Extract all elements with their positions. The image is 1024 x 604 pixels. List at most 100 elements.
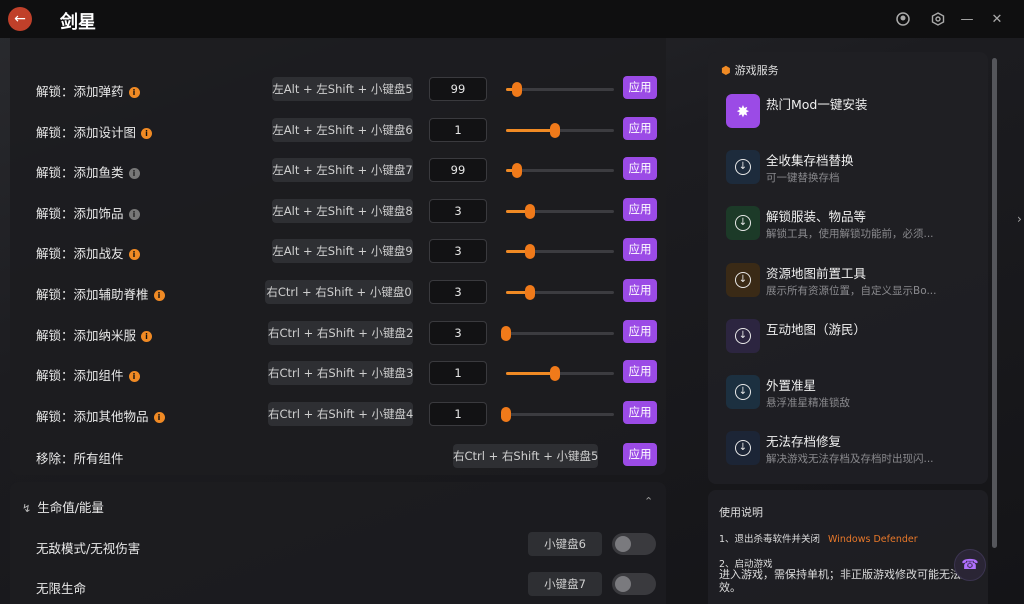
windows-defender-link[interactable]: Windows Defender bbox=[828, 534, 918, 545]
apply-button[interactable]: 应用 bbox=[623, 116, 657, 140]
health-row-label: 无敌模式/无视伤害 bbox=[36, 541, 141, 556]
service-item[interactable]: ✸ 热门Mod一键安装 bbox=[726, 94, 976, 134]
quantity-slider[interactable] bbox=[506, 244, 614, 260]
slider-knob[interactable] bbox=[511, 82, 522, 97]
hotkey-chip[interactable]: 左Alt + 左Shift + 小键盘6 bbox=[272, 117, 413, 142]
cheat-label: 解锁：添加其他物品 i bbox=[36, 406, 165, 425]
apply-button[interactable]: 应用 bbox=[623, 279, 657, 302]
remove-hotkey[interactable]: 右Ctrl + 右Shift + 小键盘5 bbox=[453, 444, 598, 468]
slider-knob[interactable] bbox=[524, 285, 535, 300]
quantity-input[interactable]: 1 bbox=[429, 361, 487, 386]
download-icon: ↓ bbox=[726, 431, 760, 465]
service-item[interactable]: ↓ 互动地图（游民） bbox=[726, 319, 976, 359]
service-item[interactable]: ↓ 解锁服装、物品等 解锁工具，使用解锁功能前，必须... bbox=[726, 206, 976, 246]
chevron-right-icon[interactable]: › bbox=[1017, 212, 1022, 226]
quantity-input[interactable]: 3 bbox=[429, 320, 487, 345]
settings-icon[interactable] bbox=[929, 10, 947, 28]
quantity-slider[interactable] bbox=[501, 325, 614, 341]
service-item[interactable]: ↓ 无法存档修复 解决游戏无法存档及存档时出现闪... bbox=[726, 431, 976, 471]
info-icon[interactable]: i bbox=[128, 87, 140, 98]
info-icon[interactable]: i bbox=[153, 290, 165, 301]
services-title: 游戏服务 bbox=[734, 64, 779, 77]
info-icon[interactable]: i bbox=[141, 127, 153, 139]
hotkey-chip[interactable]: 左Alt + 左Shift + 小键盘9 bbox=[272, 239, 413, 264]
health-hotkey[interactable]: 小键盘6 bbox=[528, 532, 602, 556]
info-icon[interactable]: i bbox=[128, 208, 140, 220]
quantity-slider[interactable] bbox=[506, 163, 614, 179]
service-title: 解锁服装、物品等 bbox=[766, 209, 867, 224]
quantity-input[interactable]: 99 bbox=[429, 158, 487, 183]
remove-label: 移除：所有组件 bbox=[36, 451, 124, 466]
cheat-label-text: 解锁：添加纳米服 bbox=[36, 327, 137, 343]
info-icon[interactable]: i bbox=[128, 168, 140, 180]
quantity-input[interactable]: 1 bbox=[429, 401, 487, 426]
quantity-slider[interactable] bbox=[506, 82, 614, 97]
mod-icon: ✸ bbox=[726, 94, 760, 128]
service-item[interactable]: ↓ 资源地图前置工具 展示所有资源位置，自定义显示Bo... bbox=[726, 263, 976, 303]
slider-knob[interactable] bbox=[501, 325, 511, 341]
health-hotkey[interactable]: 小键盘7 bbox=[528, 572, 602, 596]
slider-knob[interactable] bbox=[524, 244, 535, 260]
quantity-input[interactable]: 3 bbox=[429, 239, 487, 264]
service-title: 互动地图（游民） bbox=[766, 322, 867, 337]
infinite-life-toggle[interactable] bbox=[612, 573, 656, 595]
apply-button[interactable]: 应用 bbox=[623, 360, 657, 384]
cheat-row: 解锁：添加组件 i 右Ctrl + 右Shift + 小键盘3 1 应用 bbox=[10, 355, 666, 391]
slider-knob[interactable] bbox=[511, 163, 522, 179]
cheat-row: 解锁：添加鱼类 i 左Alt + 左Shift + 小键盘7 99 应用 bbox=[10, 152, 666, 188]
cheat-row: 解锁：添加设计图 i 左Alt + 左Shift + 小键盘6 1 应用 bbox=[10, 112, 666, 148]
slider-knob[interactable] bbox=[549, 366, 560, 382]
cheat-label-text: 解锁：添加组件 bbox=[36, 368, 124, 384]
cheat-label-text: 解锁：添加设计图 bbox=[36, 124, 137, 140]
scrollbar[interactable] bbox=[992, 58, 997, 548]
download-icon: ↓ bbox=[726, 206, 760, 240]
hotkey-chip[interactable]: 右Ctrl + 右Shift + 小键盘2 bbox=[268, 320, 413, 345]
quantity-slider[interactable] bbox=[506, 203, 614, 219]
slider-knob[interactable] bbox=[549, 122, 560, 138]
hotkey-chip[interactable]: 右Ctrl + 右Shift + 小键盘4 bbox=[268, 401, 413, 426]
download-icon: ↓ bbox=[726, 263, 760, 297]
usage-step2-body: 进入游戏，需保持单机；非正版游戏修改可能无法生效。 bbox=[719, 568, 972, 594]
remove-apply-button[interactable]: 应用 bbox=[623, 443, 657, 466]
back-button[interactable]: ← bbox=[8, 7, 32, 31]
quantity-input[interactable]: 99 bbox=[429, 77, 487, 101]
section-title: 生命值/能量 bbox=[37, 500, 104, 515]
cheat-label-text: 解锁：添加饰品 bbox=[36, 205, 124, 221]
quantity-input[interactable]: 3 bbox=[429, 280, 487, 304]
hotkey-chip[interactable]: 左Alt + 左Shift + 小键盘5 bbox=[272, 77, 413, 101]
info-icon[interactable]: i bbox=[141, 330, 153, 342]
quantity-input[interactable]: 3 bbox=[429, 198, 487, 223]
quantity-slider[interactable] bbox=[501, 406, 614, 422]
quantity-slider[interactable] bbox=[506, 366, 614, 382]
god-mode-toggle[interactable] bbox=[612, 533, 656, 555]
quantity-slider[interactable] bbox=[506, 285, 614, 300]
service-item[interactable]: ↓ 外置准星 悬浮准星精准锁敌 bbox=[726, 375, 976, 415]
slider-knob[interactable] bbox=[501, 406, 511, 422]
hotkey-chip[interactable]: 右Ctrl + 右Shift + 小键盘0 bbox=[265, 280, 413, 304]
apply-button[interactable]: 应用 bbox=[623, 157, 657, 181]
info-icon[interactable]: i bbox=[128, 371, 140, 383]
user-icon[interactable] bbox=[894, 10, 912, 28]
info-icon[interactable]: i bbox=[153, 411, 165, 423]
apply-button[interactable]: 应用 bbox=[623, 197, 657, 221]
section-header[interactable]: ↯ 生命值/能量 bbox=[22, 497, 104, 516]
quantity-slider[interactable] bbox=[506, 122, 614, 138]
download-icon: ↓ bbox=[726, 375, 760, 409]
hotkey-chip[interactable]: 左Alt + 左Shift + 小键盘8 bbox=[272, 198, 413, 223]
close-icon[interactable]: ✕ bbox=[988, 10, 1006, 28]
minimize-icon[interactable]: — bbox=[958, 10, 976, 28]
apply-button[interactable]: 应用 bbox=[623, 400, 657, 424]
title-bar: ← 剑星 — ✕ bbox=[0, 0, 1024, 38]
info-icon[interactable]: i bbox=[128, 249, 140, 261]
slider-knob[interactable] bbox=[524, 203, 535, 219]
quantity-input[interactable]: 1 bbox=[429, 117, 487, 142]
service-item[interactable]: ↓ 全收集存档替换 可一键替换存档 bbox=[726, 150, 976, 190]
chevron-up-icon[interactable]: ⌃ bbox=[644, 495, 653, 508]
apply-button[interactable]: 应用 bbox=[623, 238, 657, 262]
cheat-label: 解锁：添加鱼类 i bbox=[36, 162, 140, 181]
hotkey-chip[interactable]: 右Ctrl + 右Shift + 小键盘3 bbox=[268, 361, 413, 386]
apply-button[interactable]: 应用 bbox=[623, 76, 657, 99]
support-button[interactable]: ☎ bbox=[954, 549, 986, 581]
hotkey-chip[interactable]: 左Alt + 左Shift + 小键盘7 bbox=[272, 158, 413, 183]
apply-button[interactable]: 应用 bbox=[623, 319, 657, 343]
